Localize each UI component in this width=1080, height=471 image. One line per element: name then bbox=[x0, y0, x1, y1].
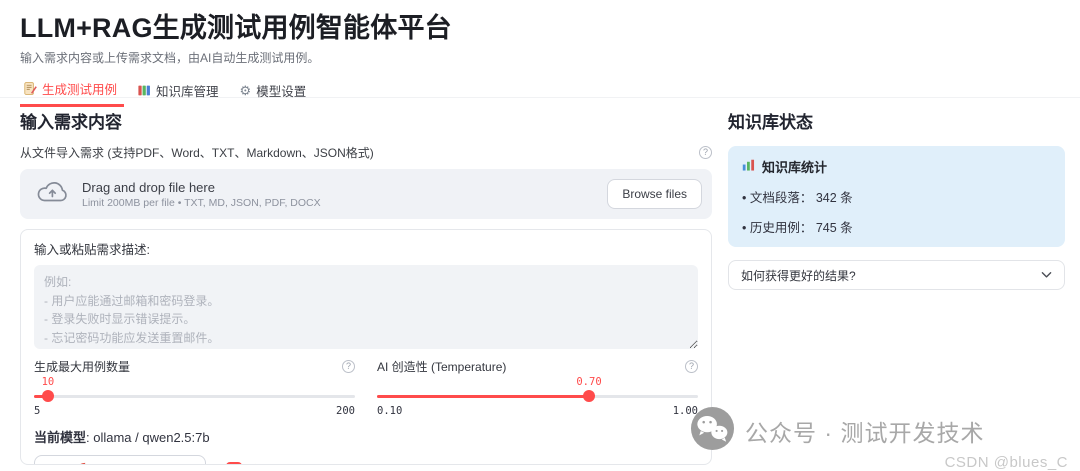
file-dropzone[interactable]: Drag and drop file here Limit 200MB per … bbox=[20, 169, 712, 219]
file-import-label: 从文件导入需求 (支持PDF、Word、TXT、Markdown、JSON格式) bbox=[20, 146, 374, 160]
wechat-icon bbox=[690, 406, 735, 456]
generate-button[interactable]: 生成测试用例 bbox=[34, 455, 206, 465]
kb-stats-box: 知识库统计 • 文档段落： 342 条 • 历史用例： 745 条 bbox=[728, 146, 1065, 247]
tab-generate-cases[interactable]: 生成测试用例 bbox=[20, 77, 125, 107]
tab-label: 模型设置 bbox=[256, 84, 307, 99]
max-cases-slider-min: 5 bbox=[34, 405, 41, 417]
max-cases-slider-label: 生成最大用例数量 bbox=[34, 360, 131, 374]
max-cases-slider-max: 200 bbox=[336, 405, 355, 417]
help-icon[interactable]: ? bbox=[342, 360, 355, 373]
kb-stats-header: 知识库统计 bbox=[742, 157, 1051, 176]
max-cases-slider-thumb[interactable] bbox=[41, 390, 54, 402]
enhance-checkbox[interactable] bbox=[226, 462, 242, 464]
watermark: 公众号 · 测试开发技术 CSDN @blues_C bbox=[690, 406, 1068, 471]
actions-row: 生成测试用例 使用知识库和历史用例增强生成 ? bbox=[34, 455, 698, 465]
rocket-icon bbox=[73, 462, 86, 464]
page-subtitle: 输入需求内容或上传需求文档，由AI自动生成测试用例。 bbox=[20, 51, 320, 65]
dropzone-title: Drag and drop file here bbox=[82, 179, 215, 195]
main-panel: 输入需求内容 从文件导入需求 (支持PDF、Word、TXT、Markdown、… bbox=[20, 108, 712, 465]
tab-bar: 生成测试用例 知识库管理 ⚙ 模型设置 bbox=[20, 77, 313, 107]
tab-label: 知识库管理 bbox=[156, 84, 219, 99]
memo-icon bbox=[24, 82, 37, 95]
app-page: LLM+RAG生成测试用例智能体平台 输入需求内容或上传需求文档，由AI自动生成… bbox=[0, 0, 1080, 471]
help-icon[interactable]: ? bbox=[685, 360, 698, 373]
kb-stats-title: 知识库统计 bbox=[762, 160, 828, 175]
temperature-slider-label: AI 创造性 (Temperature) bbox=[377, 360, 507, 374]
books-icon bbox=[138, 84, 151, 97]
dropzone-texts: Drag and drop file here Limit 200MB per … bbox=[82, 180, 321, 209]
kb-stat-docs: • 文档段落： 342 条 bbox=[742, 191, 853, 205]
help-icon[interactable]: ? bbox=[450, 463, 464, 464]
help-icon[interactable]: ? bbox=[699, 146, 712, 159]
kb-status-panel: 知识库状态 知识库统计 • 文档段落： 342 条 • 历史用例： 745 条 … bbox=[728, 108, 1065, 290]
requirement-card: 输入或粘贴需求描述: 生成最大用例数量 ? 10 5 200 bbox=[20, 229, 712, 465]
chevron-down-icon bbox=[1041, 268, 1052, 282]
requirement-label: 输入或粘贴需求描述: bbox=[34, 243, 150, 257]
watermark-row: 公众号 · 测试开发技术 bbox=[690, 406, 1068, 456]
bar-chart-icon bbox=[742, 159, 755, 174]
max-cases-slider-track[interactable] bbox=[34, 390, 355, 402]
cloud-upload-icon bbox=[36, 179, 68, 209]
kb-status-title: 知识库状态 bbox=[728, 113, 813, 132]
file-import-row: 从文件导入需求 (支持PDF、Word、TXT、Markdown、JSON格式)… bbox=[20, 144, 712, 161]
section-title: 输入需求内容 bbox=[20, 113, 122, 132]
requirement-textarea[interactable] bbox=[34, 265, 698, 349]
browse-files-button[interactable]: Browse files bbox=[607, 179, 702, 209]
kb-stat-cases: • 历史用例： 745 条 bbox=[742, 221, 853, 235]
max-cases-slider[interactable]: 生成最大用例数量 ? 10 5 200 bbox=[34, 358, 355, 417]
current-model-label: 当前模型 bbox=[34, 430, 87, 445]
tips-expander-label: 如何获得更好的结果? bbox=[741, 268, 856, 283]
watermark-csdn-text: CSDN @blues_C bbox=[944, 454, 1068, 471]
temperature-slider[interactable]: AI 创造性 (Temperature) ? 0.70 0.10 1.00 bbox=[377, 358, 698, 417]
max-cases-slider-value: 10 bbox=[41, 376, 55, 388]
tab-model-settings[interactable]: ⚙ 模型设置 bbox=[236, 77, 314, 107]
temperature-slider-min: 0.10 bbox=[377, 405, 403, 417]
tips-expander[interactable]: 如何获得更好的结果? bbox=[728, 260, 1065, 290]
generate-button-label: 生成测试用例 bbox=[92, 461, 167, 465]
tab-label: 生成测试用例 bbox=[42, 83, 118, 97]
temperature-slider-value: 0.70 bbox=[576, 376, 602, 388]
page-title: LLM+RAG生成测试用例智能体平台 bbox=[20, 13, 452, 43]
gear-icon: ⚙ bbox=[239, 82, 252, 98]
sparkles-icon bbox=[250, 463, 264, 464]
slider-row: 生成最大用例数量 ? 10 5 200 AI 创造性 (Temperature)… bbox=[34, 358, 698, 417]
current-model-line: 当前模型: ollama / qwen2.5:7b bbox=[34, 427, 698, 446]
current-model-value: : ollama / qwen2.5:7b bbox=[86, 430, 210, 445]
tab-knowledge-base[interactable]: 知识库管理 bbox=[134, 77, 226, 107]
temperature-slider-thumb[interactable] bbox=[583, 390, 595, 402]
dropzone-limit: Limit 200MB per file • TXT, MD, JSON, PD… bbox=[82, 196, 321, 209]
enhance-checkbox-label[interactable]: 使用知识库和历史用例增强生成 bbox=[269, 461, 444, 465]
watermark-wechat-text: 公众号 · 测试开发技术 bbox=[745, 420, 985, 446]
temperature-slider-track[interactable] bbox=[377, 390, 698, 402]
